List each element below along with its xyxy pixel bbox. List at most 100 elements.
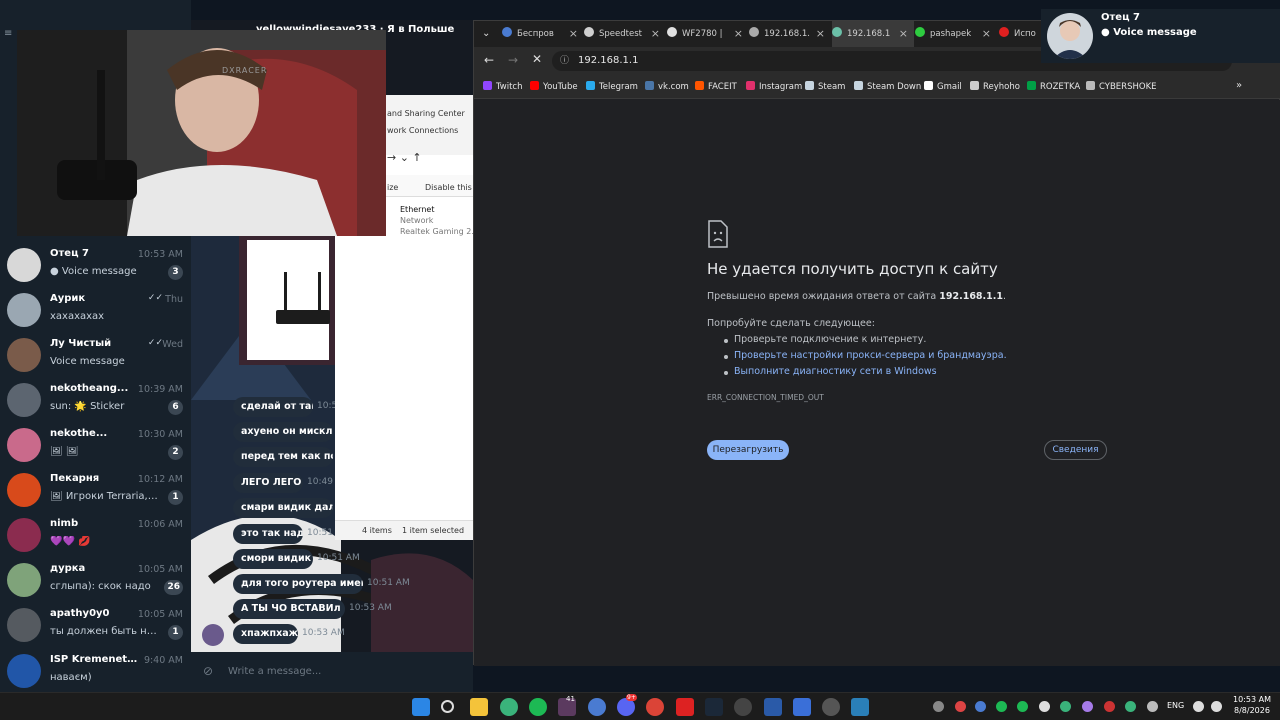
tray-icon-2[interactable] xyxy=(975,701,986,712)
chrome-icon[interactable] xyxy=(646,698,664,716)
chat-list-item[interactable]: Пекарня 10:12 AM 🖼 Игроки Terraria, ... 1 xyxy=(0,470,191,515)
sender-avatar[interactable] xyxy=(202,624,224,646)
edge-icon[interactable] xyxy=(500,698,518,716)
message-bubble[interactable]: перед тем как пок xyxy=(233,447,333,467)
bookmark-item[interactable]: Twitch xyxy=(483,80,523,94)
word-icon[interactable] xyxy=(793,698,811,716)
chat-list-item[interactable]: Лу Чистый Wed Voice message ✓✓ xyxy=(0,335,191,380)
clock-date[interactable]: 8/8/2026 xyxy=(1234,706,1270,715)
tray-icon-6[interactable] xyxy=(1082,701,1093,712)
tab-5[interactable]: 192.168.1 × xyxy=(832,21,914,47)
bookmark-item[interactable]: vk.com xyxy=(645,80,689,94)
tab-4[interactable]: 192.168.1. × xyxy=(749,21,831,47)
language-indicator[interactable]: ENG xyxy=(1167,701,1184,710)
chat-list-item[interactable]: Аурик Thu хахахахах ✓✓ xyxy=(0,290,191,335)
tab-close-icon[interactable]: × xyxy=(816,21,825,47)
message-input[interactable]: Write a message... xyxy=(228,666,321,677)
settings-icon[interactable] xyxy=(822,698,840,716)
message-bubble[interactable]: смори видик xyxy=(233,549,313,569)
volume-icon[interactable] xyxy=(1211,701,1222,712)
bookmark-item[interactable]: YouTube xyxy=(530,80,578,94)
tab-close-icon[interactable]: × xyxy=(982,21,991,47)
tab-close-icon[interactable]: × xyxy=(899,21,908,47)
chat-list-item[interactable]: nimb 10:06 AM 💜💜 💋 xyxy=(0,515,191,560)
ethernet-item[interactable]: Ethernet Network Realtek Gaming 2.5G xyxy=(382,203,473,243)
clock-time[interactable]: 10:53 AM xyxy=(1233,695,1271,704)
start-icon[interactable] xyxy=(412,698,430,716)
search-icon[interactable] xyxy=(441,700,454,713)
app5-icon[interactable] xyxy=(851,698,869,716)
bookmarks-overflow-icon[interactable]: » xyxy=(1236,80,1242,91)
chat-list-item[interactable]: ISP Kremenets ... 9:40 AM наваєм) xyxy=(0,651,191,692)
bookmark-item[interactable]: ROZETKA xyxy=(1027,80,1080,94)
suggestion-diagnostics-link[interactable]: Выполните диагностику сети в Windows xyxy=(734,366,937,377)
spotify-icon[interactable] xyxy=(529,698,547,716)
file-explorer-icon[interactable] xyxy=(470,698,488,716)
app4-icon[interactable] xyxy=(764,698,782,716)
notification-body: ● Voice message xyxy=(1101,27,1197,38)
explorer-breadcrumb-1[interactable]: and Sharing Center xyxy=(387,109,465,118)
discord-icon[interactable]: 9+ xyxy=(617,694,637,716)
chat-list-item[interactable]: nekothe... 10:30 AM 🖼 🖼 2 xyxy=(0,425,191,470)
tray-icon-8[interactable] xyxy=(1125,701,1136,712)
telegram-notification[interactable]: Отец 7 ● Voice message xyxy=(1041,9,1280,63)
suggestion-proxy-link[interactable]: Проверьте настройки прокси-сервера и бра… xyxy=(734,350,1007,361)
tab-close-icon[interactable]: × xyxy=(651,21,660,47)
app2-icon[interactable] xyxy=(588,698,606,716)
network-icon[interactable] xyxy=(1193,701,1204,712)
explorer-cmd-organize[interactable]: ize xyxy=(387,183,398,192)
tab-6[interactable]: pashapek × xyxy=(915,21,997,47)
details-button[interactable]: Сведения xyxy=(1044,440,1107,460)
tab-3[interactable]: WF2780 | × xyxy=(667,21,749,47)
error-title: Не удается получить доступ к сайту xyxy=(707,260,998,278)
shield-icon[interactable] xyxy=(676,698,694,716)
tab-close-icon[interactable]: × xyxy=(734,21,743,47)
chat-list-item[interactable]: дурка 10:05 AM сглыпа): скок надо 26 xyxy=(0,560,191,605)
tray-chevron-icon[interactable] xyxy=(933,701,944,712)
bookmark-item[interactable]: Gmail xyxy=(924,80,962,94)
bookmark-item[interactable]: Steam xyxy=(805,80,845,94)
steam-icon[interactable] xyxy=(705,698,723,716)
bookmark-item[interactable]: Steam Down xyxy=(854,80,921,94)
explorer-breadcrumb-2[interactable]: work Connections xyxy=(387,126,458,135)
message-bubble[interactable]: это так над xyxy=(233,524,303,544)
chat-list-item[interactable]: Отец 7 10:53 AM ● Voice message 3 xyxy=(0,245,191,290)
tab-1[interactable]: Беспров × xyxy=(502,21,584,47)
message-bubble[interactable]: сделай от так xyxy=(233,397,313,417)
tray-icon-5[interactable] xyxy=(1060,701,1071,712)
attach-icon[interactable]: ⊘ xyxy=(203,664,213,678)
tray-icon-4[interactable] xyxy=(1039,701,1050,712)
bookmark-item[interactable]: Telegram xyxy=(586,80,638,94)
microphone-icon[interactable] xyxy=(1147,701,1158,712)
chat-list-item[interactable]: apathy0y0 10:05 AM ты должен быть не ... 1 xyxy=(0,605,191,650)
bookmark-item[interactable]: Reyhoho xyxy=(970,80,1020,94)
tab-2[interactable]: Speedtest × xyxy=(584,21,666,47)
back-arrow-icon[interactable]: ← xyxy=(484,53,494,67)
message-bubble[interactable]: ЛЕГО ЛЕГО xyxy=(233,473,303,493)
site-info-icon[interactable]: ⓘ xyxy=(560,51,569,71)
app3-icon[interactable] xyxy=(734,698,752,716)
explorer-nav-arrows[interactable]: → ⌄ ↑ xyxy=(387,151,422,164)
tray-spotify-icon[interactable] xyxy=(996,701,1007,712)
tab-search-chevron-icon[interactable]: ⌄ xyxy=(482,21,490,47)
menu-icon[interactable]: ≡ xyxy=(4,28,12,39)
chat-avatar xyxy=(7,248,41,282)
forward-arrow-icon[interactable]: → xyxy=(508,53,518,67)
chat-list-item[interactable]: nekotheang... 10:39 AM sun: 🌟 Sticker 6 xyxy=(0,380,191,425)
app-icon[interactable]: 41 xyxy=(558,695,576,716)
bookmark-item[interactable]: FACEIT xyxy=(695,80,737,94)
message-bubble[interactable]: для того роутера имена xyxy=(233,574,363,594)
tray-icon-3[interactable] xyxy=(1017,701,1028,712)
reload-button[interactable]: Перезагрузить xyxy=(707,440,789,460)
message-bubble[interactable]: хпажпхаж xyxy=(233,624,298,644)
message-bubble[interactable]: смари видик даль xyxy=(233,498,333,518)
message-bubble[interactable]: ахуено он мисклик xyxy=(233,422,333,442)
tab-close-icon[interactable]: × xyxy=(569,21,578,47)
bookmark-item[interactable]: CYBERSHOKE xyxy=(1086,80,1157,94)
tray-icon-1[interactable] xyxy=(955,701,966,712)
stop-loading-icon[interactable]: ✕ xyxy=(532,52,542,66)
explorer-cmd-disable[interactable]: Disable this n xyxy=(425,183,473,192)
message-bubble[interactable]: А ТЫ ЧО ВСТАВИл xyxy=(233,599,345,619)
tray-icon-7[interactable] xyxy=(1104,701,1115,712)
bookmark-item[interactable]: Instagram xyxy=(746,80,802,94)
